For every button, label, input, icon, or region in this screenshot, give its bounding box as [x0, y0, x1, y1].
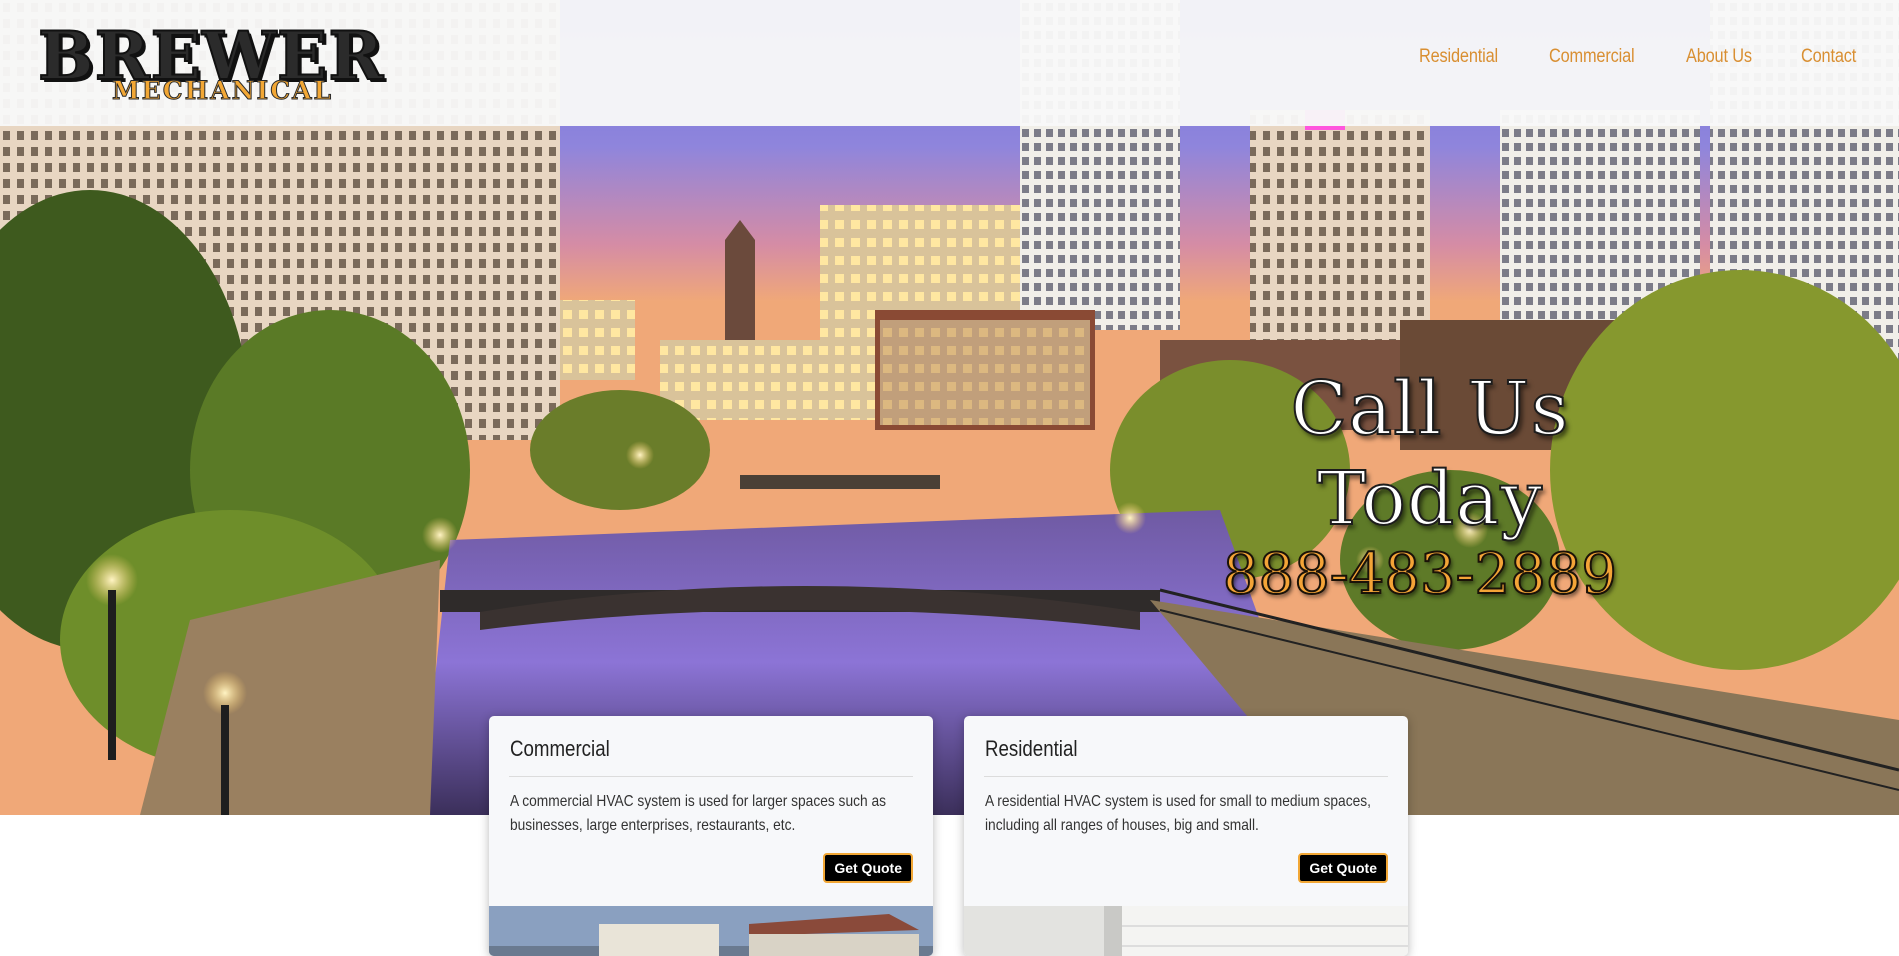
commercial-card: Commercial A commercial HVAC system is u…: [489, 716, 933, 956]
residential-house-image: [964, 906, 1408, 956]
card-title: Residential: [985, 736, 1078, 761]
call-us-heading: Call Us Today: [1290, 365, 1570, 543]
nav-about-us[interactable]: About Us: [1686, 46, 1752, 68]
logo-subtitle: MECHANICAL: [111, 76, 334, 105]
phone-number[interactable]: 888-483-2889: [1160, 543, 1680, 607]
commercial-building-image: [489, 906, 933, 956]
brewer-mechanical-logo[interactable]: BREWER MECHANICAL: [37, 16, 418, 105]
nav-contact[interactable]: Contact: [1801, 46, 1856, 68]
get-quote-button[interactable]: Get Quote: [823, 853, 913, 883]
site-header: BREWER MECHANICAL Residential Commercial…: [0, 0, 1899, 126]
nav-commercial[interactable]: Commercial: [1549, 46, 1635, 68]
card-description: A residential HVAC system is used for sm…: [985, 793, 1371, 834]
card-description: A commercial HVAC system is used for lar…: [510, 793, 886, 834]
main-nav: Residential Commercial About Us Contact: [1419, 46, 1865, 68]
card-divider: [509, 776, 913, 777]
card-divider: [984, 776, 1388, 777]
get-quote-button[interactable]: Get Quote: [1298, 853, 1388, 883]
nav-residential[interactable]: Residential: [1419, 46, 1498, 68]
residential-card: Residential A residential HVAC system is…: [964, 716, 1408, 956]
call-us-callout: Call Us Today 888-483-2889: [1180, 364, 1680, 607]
card-title: Commercial: [510, 736, 610, 761]
